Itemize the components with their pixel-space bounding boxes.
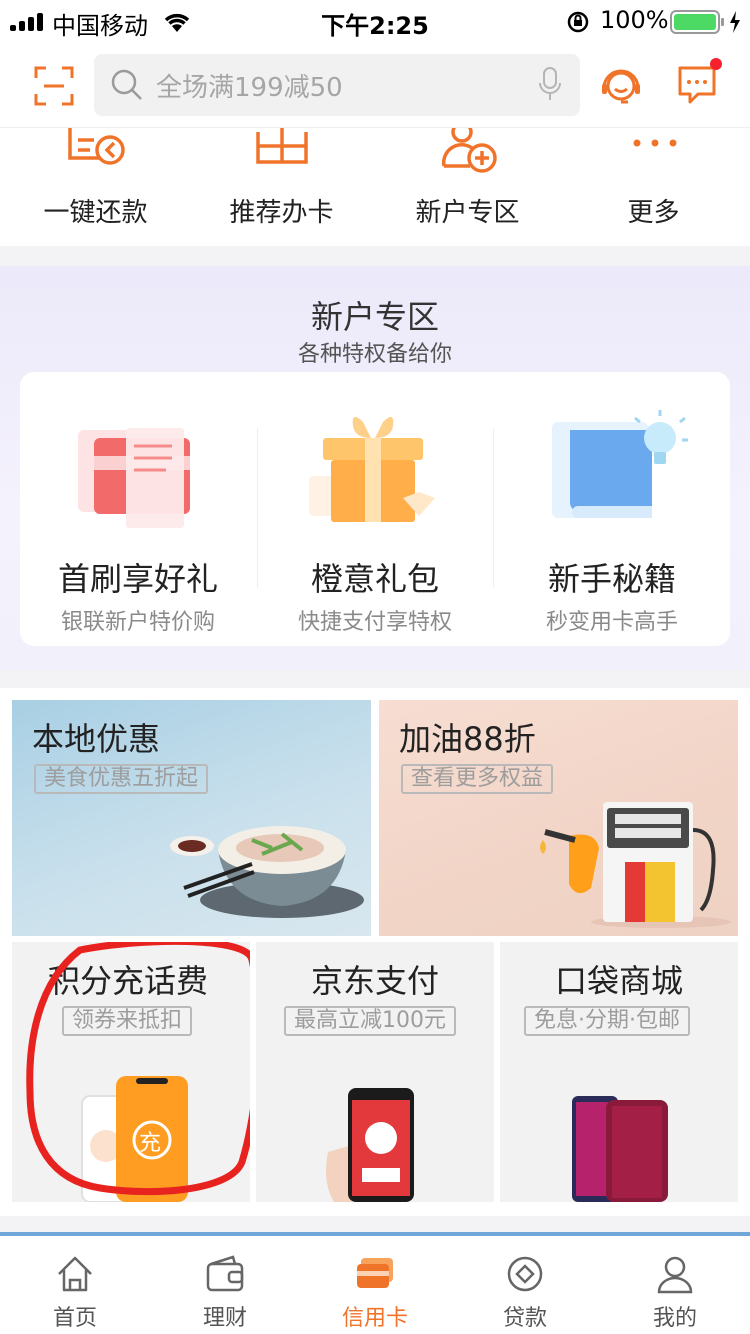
new-user-item-subtitle: 快捷支付享特权 [297,610,452,635]
customer-service-icon[interactable] [598,64,644,110]
new-user-item-title: 首刷享好礼 [57,560,218,598]
more-icon [633,139,677,147]
gift-card-icon [256,128,308,164]
annotation-circle [26,942,250,1196]
tab-label: 首页 [52,1306,97,1331]
section-subtitle: 各种特权备给你 [297,342,452,367]
new-user-item-guide[interactable]: 新手秘籍 秒变用卡高手 [494,372,730,646]
quick-item-label: 一键还款 [43,198,148,228]
new-user-item-subtitle: 银联新户特价购 [60,610,215,635]
promo-tag: 免息·分期·包邮 [524,1006,690,1036]
promo-section: 本地优惠 美食优惠五折起 加油88折 查看更多权益 积分充话费 领券来抵扣 充 … [0,688,750,1216]
scan-icon[interactable] [34,66,74,106]
phone-product-image [572,1096,668,1202]
new-user-item-gift-pack[interactable]: 橙意礼包 快捷支付享特权 [257,372,493,646]
card-gift-icon [78,428,190,528]
microphone-icon[interactable] [538,66,562,104]
tab-label: 贷款 [502,1306,547,1331]
promo-local-deals[interactable]: 本地优惠 美食优惠五折起 [12,700,371,936]
search-placeholder: 全场满199减50 [156,73,343,103]
promo-title: 京东支付 [310,962,439,1000]
battery-percent: 100% [600,6,669,34]
promo-fuel[interactable]: 加油88折 查看更多权益 [379,700,738,936]
message-icon[interactable] [676,56,726,108]
loan-icon [507,1256,543,1292]
quick-item-more[interactable]: 更多 [560,128,747,246]
gift-box-icon [309,416,435,522]
promo-title: 加油88折 [399,720,536,758]
battery-icon [670,10,740,34]
quick-item-recommend-card[interactable]: 推荐办卡 [188,128,375,246]
tab-label: 理财 [202,1306,247,1331]
noodle-bowl-image [170,826,364,918]
guide-book-icon [552,410,688,518]
new-user-item-first-swipe[interactable]: 首刷享好礼 银联新户特价购 [20,372,256,646]
promo-jd-pay[interactable]: 京东支付 最高立减100元 [256,942,494,1202]
tab-mine[interactable]: 我的 [600,1236,750,1334]
new-user-item-title: 橙意礼包 [310,560,439,598]
tab-wealth[interactable]: 理财 [150,1236,300,1334]
rotation-lock-icon [567,11,589,33]
quick-item-new-user[interactable]: 新户专区 [374,128,561,246]
home-icon [58,1256,92,1292]
promo-pocket-mall[interactable]: 口袋商城 免息·分期·包邮 [500,942,738,1202]
quick-item-label: 推荐办卡 [229,198,334,228]
credit-card-icon [357,1258,393,1288]
promo-tag: 查看更多权益 [401,764,554,794]
gas-station-image [540,802,731,928]
top-header: 全场满199减50 [0,44,750,128]
quick-item-label: 新户专区 [415,198,520,228]
notification-dot [710,58,722,70]
tab-loan[interactable]: 贷款 [450,1236,600,1334]
jd-phone-image [326,1088,414,1202]
search-bar[interactable]: 全场满199减50 [94,54,580,116]
wallet-icon [206,1255,244,1292]
tab-credit-card[interactable]: 信用卡 [300,1236,450,1334]
promo-title: 口袋商城 [554,962,683,1000]
quick-item-label: 更多 [627,198,680,228]
repay-icon [68,128,125,165]
promo-tag: 最高立减100元 [284,1006,456,1036]
new-user-card: 首刷享好礼 银联新户特价购 橙意礼包 快捷支付享特权 新手秘籍 秒变用卡高手 [20,372,730,646]
tab-label: 信用卡 [341,1306,408,1331]
new-user-item-title: 新手秘籍 [547,560,676,598]
status-bar: 中国移动 下午2:25 100% [0,0,750,44]
promo-title: 本地优惠 [32,720,161,758]
new-user-item-subtitle: 秒变用卡高手 [545,610,678,635]
tab-label: 我的 [652,1306,697,1331]
quick-nav: 一键还款 推荐办卡 新户专区 更多 [0,128,750,246]
tab-bar: 首页 理财 信用卡 贷款 我的 [0,1232,750,1334]
tab-home[interactable]: 首页 [0,1236,150,1334]
search-icon [111,69,142,100]
new-user-icon [441,128,497,173]
promo-points-recharge[interactable]: 积分充话费 领券来抵扣 充 [12,942,250,1202]
user-icon [657,1256,693,1294]
promo-tag: 美食优惠五折起 [34,764,209,794]
quick-item-repay[interactable]: 一键还款 [2,128,189,246]
new-user-zone: 新户专区 各种特权备给你 首刷享好礼 银联新户特价购 橙意礼包 快捷支付享特权 … [0,266,750,670]
section-title: 新户专区 [310,298,439,336]
